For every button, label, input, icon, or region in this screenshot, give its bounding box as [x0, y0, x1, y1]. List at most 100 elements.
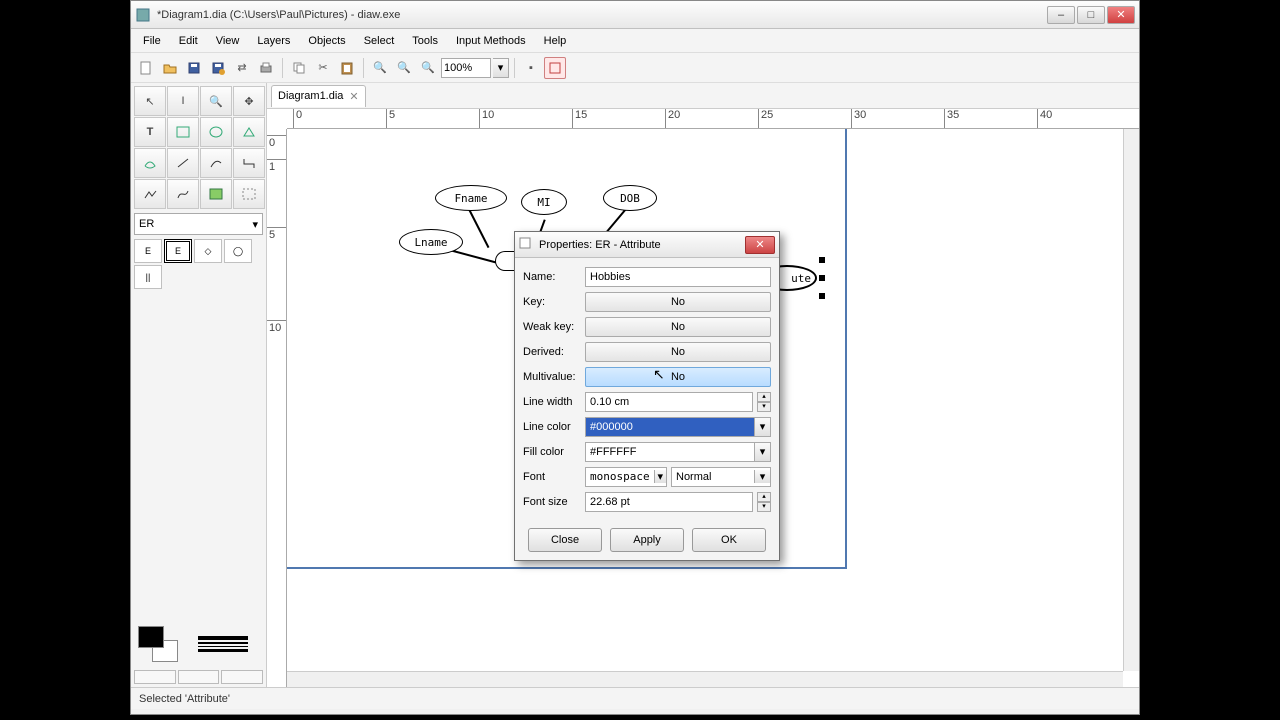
line-tool-icon[interactable]: [167, 148, 199, 178]
saveas-icon[interactable]: [207, 57, 229, 79]
open-icon[interactable]: [159, 57, 181, 79]
linewidth-input[interactable]: [585, 392, 753, 412]
dialog-titlebar[interactable]: Properties: ER - Attribute ✕: [515, 232, 779, 258]
line-pattern-icon[interactable]: [198, 636, 248, 652]
beziergon-tool-icon[interactable]: [134, 148, 166, 178]
arrow-start-selector[interactable]: [134, 670, 176, 684]
menu-input-methods[interactable]: Input Methods: [448, 33, 534, 49]
menu-help[interactable]: Help: [536, 33, 575, 49]
cut-icon[interactable]: ✂: [312, 57, 334, 79]
polygon-tool-icon[interactable]: [233, 117, 265, 147]
er-attribute-fname[interactable]: Fname: [435, 185, 507, 211]
name-input[interactable]: [585, 267, 771, 287]
menu-tools[interactable]: Tools: [404, 33, 446, 49]
zoom-out-icon[interactable]: 🔍: [393, 57, 415, 79]
line-style-selector[interactable]: [178, 670, 220, 684]
chevron-down-icon: ▾: [252, 218, 258, 231]
zoom-in-icon[interactable]: 🔍: [369, 57, 391, 79]
menu-view[interactable]: View: [208, 33, 248, 49]
linecolor-picker[interactable]: #000000 ▾: [585, 417, 771, 437]
snap-object-icon[interactable]: [544, 57, 566, 79]
zoom-value[interactable]: 100%: [441, 58, 491, 78]
derived-toggle[interactable]: No: [585, 342, 771, 362]
image-tool-icon[interactable]: [200, 179, 232, 209]
menu-select[interactable]: Select: [356, 33, 403, 49]
chevron-down-icon[interactable]: ▾: [654, 470, 666, 483]
snap-icon[interactable]: ▪: [520, 57, 542, 79]
menu-file[interactable]: File: [135, 33, 169, 49]
chevron-down-icon[interactable]: ▾: [754, 470, 770, 483]
magnify-tool-icon[interactable]: 🔍: [200, 86, 232, 116]
label-linecolor: Line color: [523, 421, 581, 433]
zoom-fit-icon[interactable]: 🔍: [417, 57, 439, 79]
fontsize-input[interactable]: [585, 492, 753, 512]
font-style-select[interactable]: Normal ▾: [671, 467, 771, 487]
chevron-down-icon[interactable]: ▾: [754, 443, 770, 461]
er-attribute-icon[interactable]: ◯: [224, 239, 252, 263]
bezier-tool-icon[interactable]: [167, 179, 199, 209]
close-button[interactable]: ✕: [1107, 6, 1135, 24]
export-icon[interactable]: ⇄: [231, 57, 253, 79]
menu-edit[interactable]: Edit: [171, 33, 206, 49]
er-attribute-dob[interactable]: DOB: [603, 185, 657, 211]
paste-icon[interactable]: [336, 57, 358, 79]
selection-handle[interactable]: [819, 257, 825, 263]
text-tool-icon[interactable]: T: [134, 117, 166, 147]
print-icon[interactable]: [255, 57, 277, 79]
er-attribute-mi[interactable]: MI: [521, 189, 567, 215]
titlebar: *Diagram1.dia (C:\Users\Paul\Pictures) -…: [131, 1, 1139, 29]
weakkey-toggle[interactable]: No: [585, 317, 771, 337]
document-tab[interactable]: Diagram1.dia ✕: [271, 85, 366, 107]
menu-layers[interactable]: Layers: [249, 33, 298, 49]
key-toggle[interactable]: No: [585, 292, 771, 312]
arc-tool-icon[interactable]: [200, 148, 232, 178]
chevron-down-icon[interactable]: ▾: [754, 418, 770, 436]
copy-icon[interactable]: [288, 57, 310, 79]
ruler-vertical: 0 1 5 10: [267, 129, 287, 687]
box-tool-icon[interactable]: [167, 117, 199, 147]
dialog-close-button[interactable]: ✕: [745, 236, 775, 254]
apply-button[interactable]: Apply: [610, 528, 684, 552]
menu-objects[interactable]: Objects: [300, 33, 353, 49]
fg-swatch[interactable]: [138, 626, 164, 648]
new-icon[interactable]: [135, 57, 157, 79]
sheet-selector[interactable]: ER ▾: [134, 213, 263, 235]
tab-strip: Diagram1.dia ✕: [267, 83, 1139, 109]
fontsize-spinner[interactable]: ▴▾: [757, 492, 771, 512]
arrow-end-selector[interactable]: [221, 670, 263, 684]
zigzag-tool-icon[interactable]: [233, 148, 265, 178]
fillcolor-value: #FFFFFF: [586, 443, 754, 461]
font-family-select[interactable]: monospace ▾: [585, 467, 667, 487]
close-button[interactable]: Close: [528, 528, 602, 552]
er-entity-icon[interactable]: E: [134, 239, 162, 263]
fg-bg-color[interactable]: [138, 626, 178, 662]
scrollbar-vertical[interactable]: [1123, 129, 1139, 671]
statusbar: Selected 'Attribute': [131, 687, 1139, 709]
polyline-tool-icon[interactable]: [134, 179, 166, 209]
er-node-partial[interactable]: [495, 251, 515, 271]
zoom-dropdown[interactable]: ▾: [493, 58, 509, 78]
scroll-tool-icon[interactable]: ✥: [233, 86, 265, 116]
selection-handle[interactable]: [819, 293, 825, 299]
text-edit-tool-icon[interactable]: I: [167, 86, 199, 116]
minimize-button[interactable]: –: [1047, 6, 1075, 24]
save-icon[interactable]: [183, 57, 205, 79]
tab-close-icon[interactable]: ✕: [349, 90, 358, 103]
fillcolor-picker[interactable]: #FFFFFF ▾: [585, 442, 771, 462]
er-attribute-lname[interactable]: Lname: [399, 229, 463, 255]
multivalue-toggle[interactable]: No: [585, 367, 771, 387]
ruler-tick: 5: [386, 109, 395, 129]
outline-tool-icon[interactable]: [233, 179, 265, 209]
scrollbar-horizontal[interactable]: [287, 671, 1123, 687]
selection-handle[interactable]: [819, 275, 825, 281]
linewidth-spinner[interactable]: ▴▾: [757, 392, 771, 412]
er-relationship-icon[interactable]: ◇: [194, 239, 222, 263]
ellipse-tool-icon[interactable]: [200, 117, 232, 147]
er-weak-entity-icon[interactable]: E: [164, 239, 192, 263]
ruler-tick: 5: [267, 227, 287, 241]
dialog-icon: [519, 237, 535, 253]
pointer-tool-icon[interactable]: ↖: [134, 86, 166, 116]
ok-button[interactable]: OK: [692, 528, 766, 552]
maximize-button[interactable]: □: [1077, 6, 1105, 24]
er-participation-icon[interactable]: ||: [134, 265, 162, 289]
